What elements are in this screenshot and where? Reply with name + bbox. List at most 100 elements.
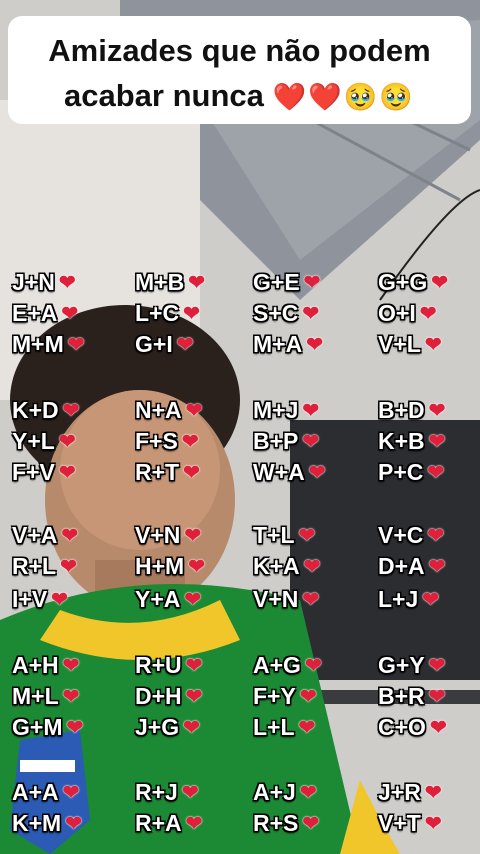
- heart-icon: ❤: [302, 813, 320, 835]
- pair-text: V+T: [378, 810, 421, 836]
- heart-icon: ❤: [304, 655, 322, 677]
- pair-text: W+A: [253, 459, 305, 485]
- heart-icon: ❤: [431, 272, 448, 294]
- heart-icon: ❤: [299, 782, 317, 804]
- heart-icon: ❤: [65, 813, 82, 835]
- pair-text: M+L: [12, 683, 59, 709]
- heart-icon: ❤: [302, 589, 320, 611]
- heart-icon: ❤: [176, 334, 194, 356]
- pair-label: K+B ❤: [378, 428, 445, 455]
- pair-label: G+Y ❤: [378, 652, 445, 679]
- pair-label: T+L ❤: [253, 522, 315, 549]
- pair-label: K+D ❤: [12, 397, 79, 424]
- pair-label: B+P ❤: [253, 428, 319, 455]
- pair-text: Y+A: [135, 586, 181, 612]
- pair-label: F+S ❤: [135, 428, 199, 455]
- heart-icon: ❤: [188, 272, 205, 294]
- heart-icon: ❤: [181, 431, 199, 453]
- pair-text: V+C: [378, 522, 424, 548]
- pair-text: B+P: [253, 428, 299, 454]
- pair-text: L+J: [378, 586, 419, 612]
- pair-text: B+R: [378, 683, 425, 709]
- pair-label: J+R ❤: [378, 779, 442, 806]
- pair-text: G+G: [378, 269, 428, 295]
- pair-label: M+M ❤: [12, 331, 85, 358]
- pair-label: M+B ❤: [135, 269, 205, 296]
- pair-label: J+G ❤: [135, 714, 200, 741]
- pair-text: G+M: [12, 714, 63, 740]
- pair-label: R+S ❤: [253, 810, 319, 837]
- pair-label: V+C ❤: [378, 522, 444, 549]
- pair-text: M+J: [253, 397, 299, 423]
- pair-text: G+Y: [378, 652, 425, 678]
- pair-text: L+C: [135, 300, 180, 326]
- pair-label: G+E ❤: [253, 269, 320, 296]
- heart-icon: ❤: [428, 556, 446, 578]
- pair-label: H+M ❤: [135, 553, 205, 580]
- heart-icon: ❤: [183, 303, 200, 325]
- pair-text: K+D: [12, 397, 59, 423]
- heart-icon: ❤: [185, 400, 203, 422]
- pair-text: D+H: [135, 683, 182, 709]
- heart-icon: ❤: [62, 686, 80, 708]
- pair-text: G+E: [253, 269, 300, 295]
- pair-label: M+J ❤: [253, 397, 319, 424]
- heart-icon: ❤: [58, 272, 76, 294]
- heart-icon: ❤: [427, 525, 445, 547]
- heart-icon: ❤: [298, 717, 316, 739]
- pair-label: L+L ❤: [253, 714, 315, 741]
- pair-label: K+A ❤: [253, 553, 320, 580]
- heart-icon: ❤: [62, 782, 80, 804]
- pairs-grid: J+N ❤ E+A ❤ M+M ❤ K+D ❤ Y+L ❤ F+V ❤ V+A ❤ R+L ❤ I+V ❤ A+H ❤…: [0, 0, 480, 854]
- heart-icon: ❤: [302, 400, 320, 422]
- pair-label: B+D ❤: [378, 397, 445, 424]
- heart-icon: ❤: [188, 556, 205, 578]
- heart-icon: ❤: [422, 589, 440, 611]
- pair-text: C+O: [378, 714, 426, 740]
- pair-label: G+G ❤: [378, 269, 448, 296]
- heart-icon: ❤: [302, 303, 320, 325]
- pair-text: K+M: [12, 810, 62, 836]
- heart-icon: ❤: [303, 556, 321, 578]
- heart-icon: ❤: [428, 431, 446, 453]
- pair-label: A+A ❤: [12, 779, 79, 806]
- pair-label: F+V ❤: [12, 459, 76, 486]
- heart-icon: ❤: [184, 525, 202, 547]
- heart-icon: ❤: [303, 272, 321, 294]
- heart-icon: ❤: [428, 686, 446, 708]
- heart-icon: ❤: [419, 303, 437, 325]
- heart-icon: ❤: [61, 525, 79, 547]
- pair-label: F+Y ❤: [253, 683, 317, 710]
- pair-label: P+C ❤: [378, 459, 444, 486]
- pair-text: H+M: [135, 553, 185, 579]
- heart-icon: ❤: [429, 717, 447, 739]
- heart-icon: ❤: [184, 589, 202, 611]
- pair-label: V+N ❤: [253, 586, 319, 613]
- pair-text: A+J: [253, 779, 296, 805]
- pair-text: A+G: [253, 652, 301, 678]
- pair-text: G+I: [135, 331, 173, 357]
- heart-icon: ❤: [298, 525, 316, 547]
- heart-icon: ❤: [60, 556, 77, 578]
- pair-text: E+A: [12, 300, 58, 326]
- heart-icon: ❤: [183, 717, 200, 739]
- pair-text: R+U: [135, 652, 182, 678]
- pair-text: R+S: [253, 810, 299, 836]
- pair-label: Y+L ❤: [12, 428, 76, 455]
- pair-label: R+U ❤: [135, 652, 202, 679]
- heart-icon: ❤: [306, 334, 323, 356]
- heart-icon: ❤: [308, 462, 326, 484]
- pair-label: D+H ❤: [135, 683, 202, 710]
- pair-text: R+J: [135, 779, 178, 805]
- pair-text: Y+L: [12, 428, 55, 454]
- pair-label: L+C ❤: [135, 300, 200, 327]
- pair-text: F+Y: [253, 683, 296, 709]
- pair-text: T+L: [253, 522, 295, 548]
- pair-text: A+A: [12, 779, 59, 805]
- pair-text: I+V: [12, 586, 48, 612]
- pair-text: V+A: [12, 522, 58, 548]
- pair-label: V+L ❤: [378, 331, 442, 358]
- heart-icon: ❤: [62, 400, 80, 422]
- pair-label: E+A ❤: [12, 300, 78, 327]
- pair-text: M+A: [253, 331, 303, 357]
